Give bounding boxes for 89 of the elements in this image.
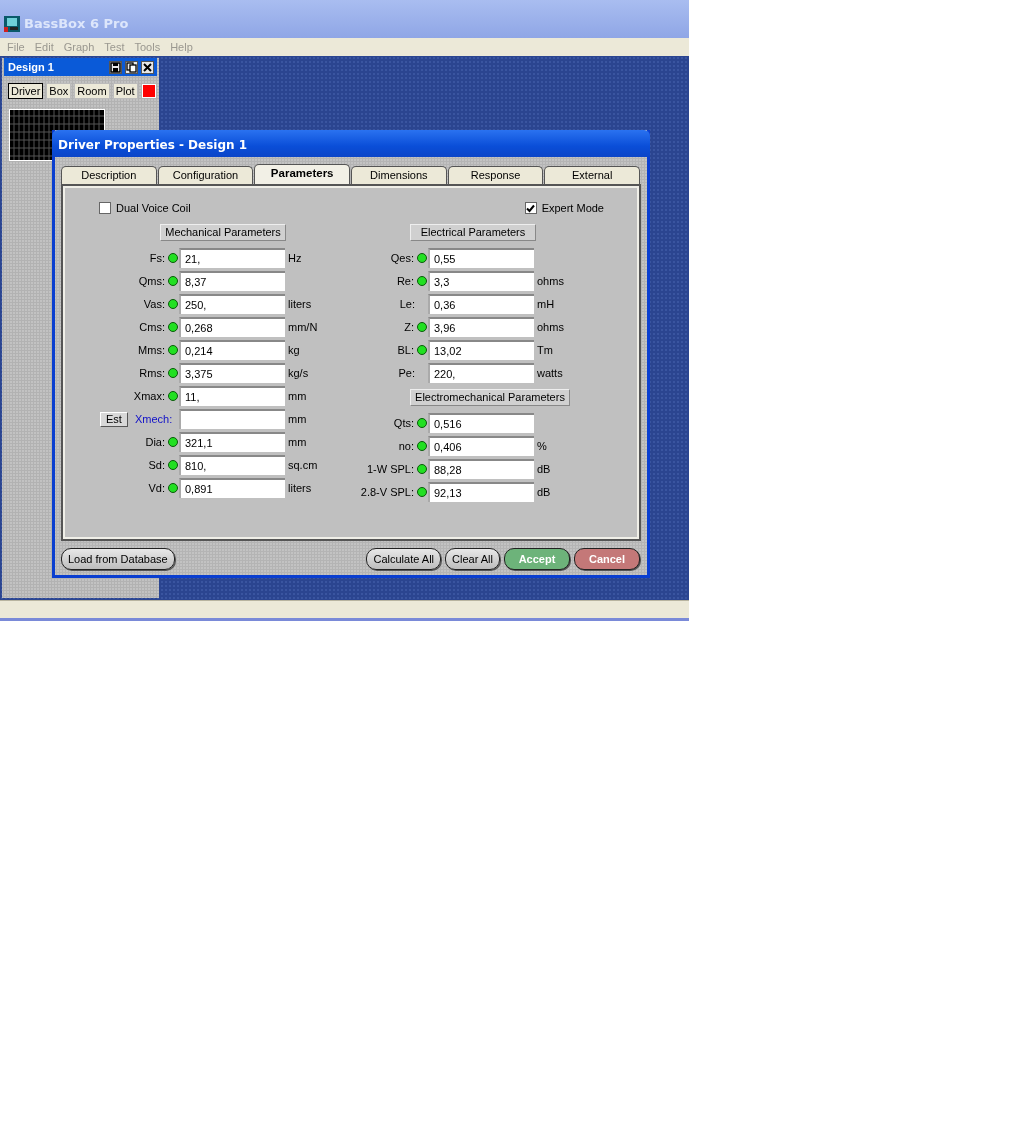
input-field[interactable]: 3,375 [179,363,285,383]
unit-label: mH [537,298,556,310]
input-field[interactable]: 11, [179,386,285,406]
unit-label: liters [288,298,313,310]
field-label: Rms: [139,367,165,379]
unit-label: Hz [288,252,303,264]
input-field[interactable]: 88,28 [428,459,534,479]
field-label: 1-W SPL: [366,463,414,475]
unit-label: liters [288,482,313,494]
unit-label: watts [537,367,564,379]
input-field[interactable]: 0,214 [179,340,285,360]
input-field[interactable]: 13,02 [428,340,534,360]
field-label: Xmax: [133,390,165,402]
unit-label: mm/N [288,321,319,333]
input-field[interactable]: 21, [179,248,285,268]
input-field[interactable]: 0,268 [179,317,285,337]
field-label: BL: [397,344,414,356]
field-label: Pe: [398,367,415,379]
input-field[interactable]: 250, [179,294,285,314]
unit-label: ohms [537,275,565,287]
input-field[interactable]: 810, [179,455,285,475]
dialog-button[interactable]: Calculate All [366,548,442,570]
checkbox-label: Dual Voice Coil [116,202,191,214]
input-field[interactable]: 3,3 [428,271,534,291]
input-field[interactable]: 0,36 [428,294,534,314]
design-tab[interactable]: Box [46,83,72,99]
window-title: Design 1 [8,61,54,73]
input-field[interactable] [179,409,285,429]
unit-label: kg/s [288,367,310,379]
field-label: Dia: [145,436,165,448]
unit-label: mm [288,390,308,402]
section-header: Electromechanical Parameters [410,389,570,406]
field-label: Z: [404,321,414,333]
app-icon [4,16,20,32]
field-label: 2.8-V SPL: [360,486,414,498]
copy-button[interactable] [125,60,138,74]
tab[interactable]: Configuration [157,166,254,184]
field-label: Fs: [149,252,165,264]
unit-label: mm [288,436,308,448]
est-button[interactable]: Est [100,411,128,427]
field-label: Vas: [143,298,165,310]
field-label: no: [398,440,414,452]
unit-label: mm [288,413,308,425]
input-field[interactable]: 220, [428,363,534,383]
field-label: Qts: [393,417,414,429]
field-label: Cms: [139,321,165,333]
design-tab[interactable]: Driver [8,83,44,99]
unit-label: kg [288,344,301,356]
field-label: Re: [396,275,414,287]
dialog-title: Driver Properties - Design 1 [52,130,650,157]
tab[interactable]: Dimensions [351,166,447,184]
design-tab[interactable]: Plot [112,83,138,99]
color-swatch[interactable] [141,84,156,98]
input-field[interactable]: 0,891 [179,478,285,498]
checkbox-label: Expert Mode [541,202,604,214]
input-field[interactable]: 0,55 [428,248,534,268]
window-title: BassBox 6 Pro [24,16,129,32]
tab[interactable]: External [544,166,641,184]
dialog-button[interactable]: Clear All [445,548,500,570]
section-header: Electrical Parameters [410,224,536,241]
field-label: Vd: [148,482,165,494]
unit-label: ohms [537,321,565,333]
field-label: Mms: [138,344,165,356]
input-field[interactable]: 0,406 [428,436,534,456]
tab[interactable]: Response [447,166,544,184]
input-field[interactable]: 8,37 [179,271,285,291]
field-label: Xmech: [134,413,173,425]
save-button[interactable] [109,60,122,74]
field-label: Le: [399,298,415,310]
checkbox[interactable] [99,202,111,214]
input-field[interactable]: 0,516 [428,413,534,433]
unit-label: dB [537,463,552,475]
tab[interactable]: Description [61,166,157,184]
section-header: Mechanical Parameters [160,224,286,241]
input-field[interactable]: 3,96 [428,317,534,337]
field-label: Sd: [148,459,165,471]
unit-label: % [537,440,548,452]
unit-label: dB [537,486,552,498]
tab[interactable]: Parameters [254,164,350,184]
close-button[interactable] [141,60,154,74]
dialog-button[interactable]: Load from Database [61,548,175,570]
checkbox[interactable] [524,202,537,214]
field-label: Qms: [138,275,165,287]
field-label: Qes: [390,252,414,264]
input-field[interactable]: 92,13 [428,482,534,502]
input-field[interactable]: 321,1 [179,432,285,452]
unit-label: Tm [537,344,554,356]
design-tab[interactable]: Room [74,83,110,99]
unit-label: sq.cm [288,459,319,471]
